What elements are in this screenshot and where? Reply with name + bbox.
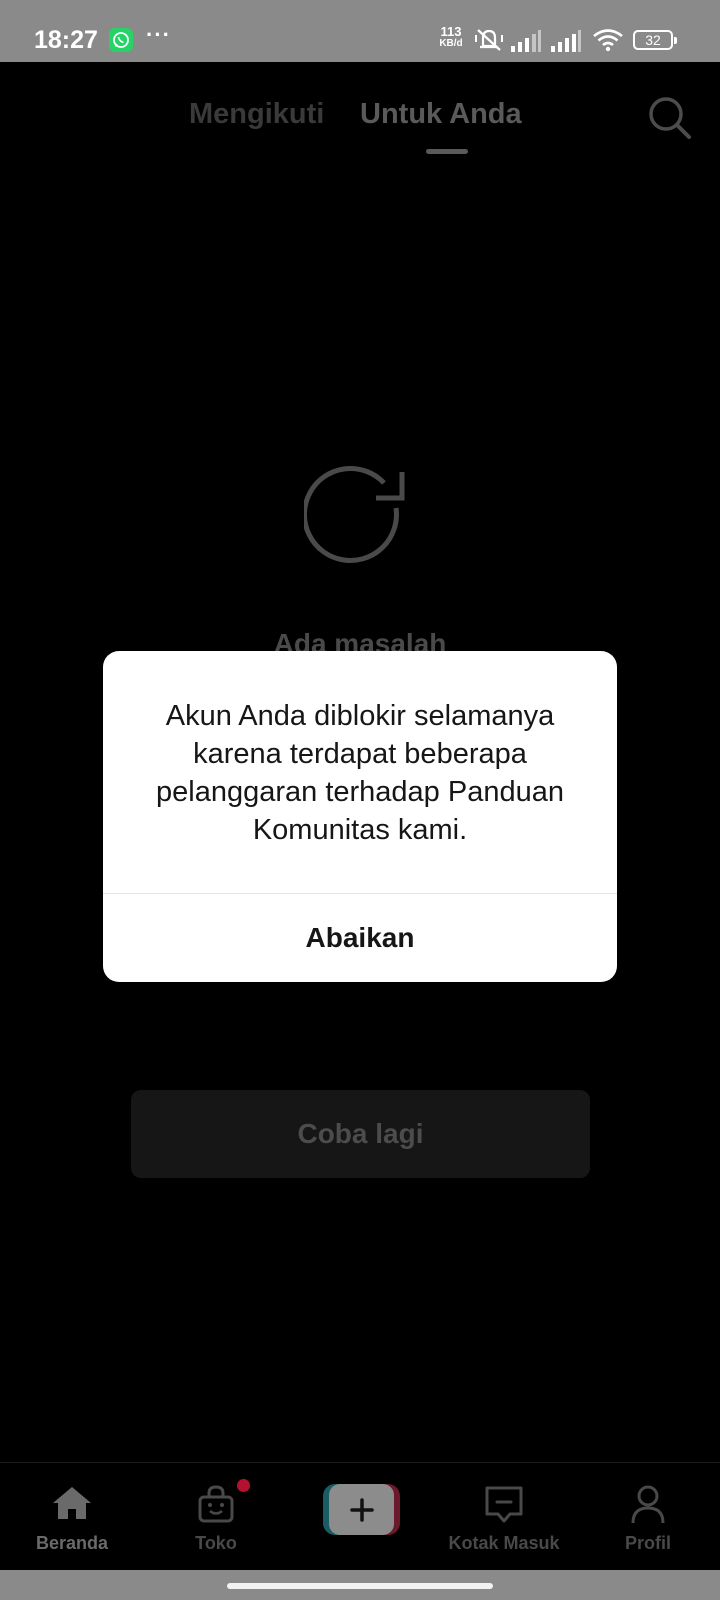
refresh-icon <box>304 465 405 563</box>
create-button-face <box>329 1484 394 1535</box>
tab-following[interactable]: Mengikuti <box>189 98 324 131</box>
nav-item-home[interactable]: Beranda <box>12 1463 132 1571</box>
battery-level: 32 <box>645 32 661 48</box>
home-icon <box>53 1487 91 1519</box>
shopping-bag-icon <box>198 1485 234 1523</box>
inbox-icon <box>485 1486 523 1523</box>
nav-label-profile: Profil <box>624 1533 671 1553</box>
active-tab-indicator <box>426 149 468 154</box>
bottom-navigation: Beranda Toko Kotak Masuk Profil <box>0 1462 720 1571</box>
status-bar: 18:27 ··· 113 KB/d 32 <box>0 0 720 62</box>
account-banned-dialog: Akun Anda diblokir selamanya karena terd… <box>103 651 617 982</box>
signal-icon <box>551 30 581 52</box>
net-speed-unit: KB/d <box>439 38 463 49</box>
nav-item-profile[interactable]: Profil <box>588 1463 708 1571</box>
search-button[interactable] <box>646 94 694 142</box>
create-button[interactable] <box>323 1484 400 1535</box>
whatsapp-icon <box>109 28 133 52</box>
tab-for-you[interactable]: Untuk Anda <box>360 98 522 131</box>
profile-icon <box>631 1485 665 1524</box>
nav-item-shop[interactable]: Toko <box>156 1463 276 1571</box>
wifi-icon <box>593 29 623 52</box>
battery-icon: 32 <box>633 30 677 50</box>
nav-label-inbox: Kotak Masuk <box>448 1533 560 1553</box>
nav-item-inbox[interactable]: Kotak Masuk <box>444 1463 564 1571</box>
net-speed-value: 113 <box>440 24 462 39</box>
signal-icon <box>511 30 541 52</box>
dismiss-button[interactable]: Abaikan <box>103 894 617 982</box>
plus-icon <box>349 1497 374 1522</box>
nav-label-shop: Toko <box>195 1533 237 1553</box>
dialog-message: Akun Anda diblokir selamanya karena terd… <box>156 700 564 846</box>
mute-vibrate-icon <box>475 29 503 51</box>
more-dots-icon: ··· <box>146 22 171 47</box>
retry-button[interactable]: Coba lagi <box>131 1090 590 1178</box>
search-icon <box>649 97 691 139</box>
home-gesture-handle[interactable] <box>227 1583 493 1589</box>
status-time: 18:27 <box>34 26 98 54</box>
gesture-bar <box>0 1570 720 1600</box>
nav-label-home: Beranda <box>35 1533 109 1553</box>
net-speed: 113 KB/d <box>434 24 468 50</box>
notification-badge <box>237 1479 250 1492</box>
